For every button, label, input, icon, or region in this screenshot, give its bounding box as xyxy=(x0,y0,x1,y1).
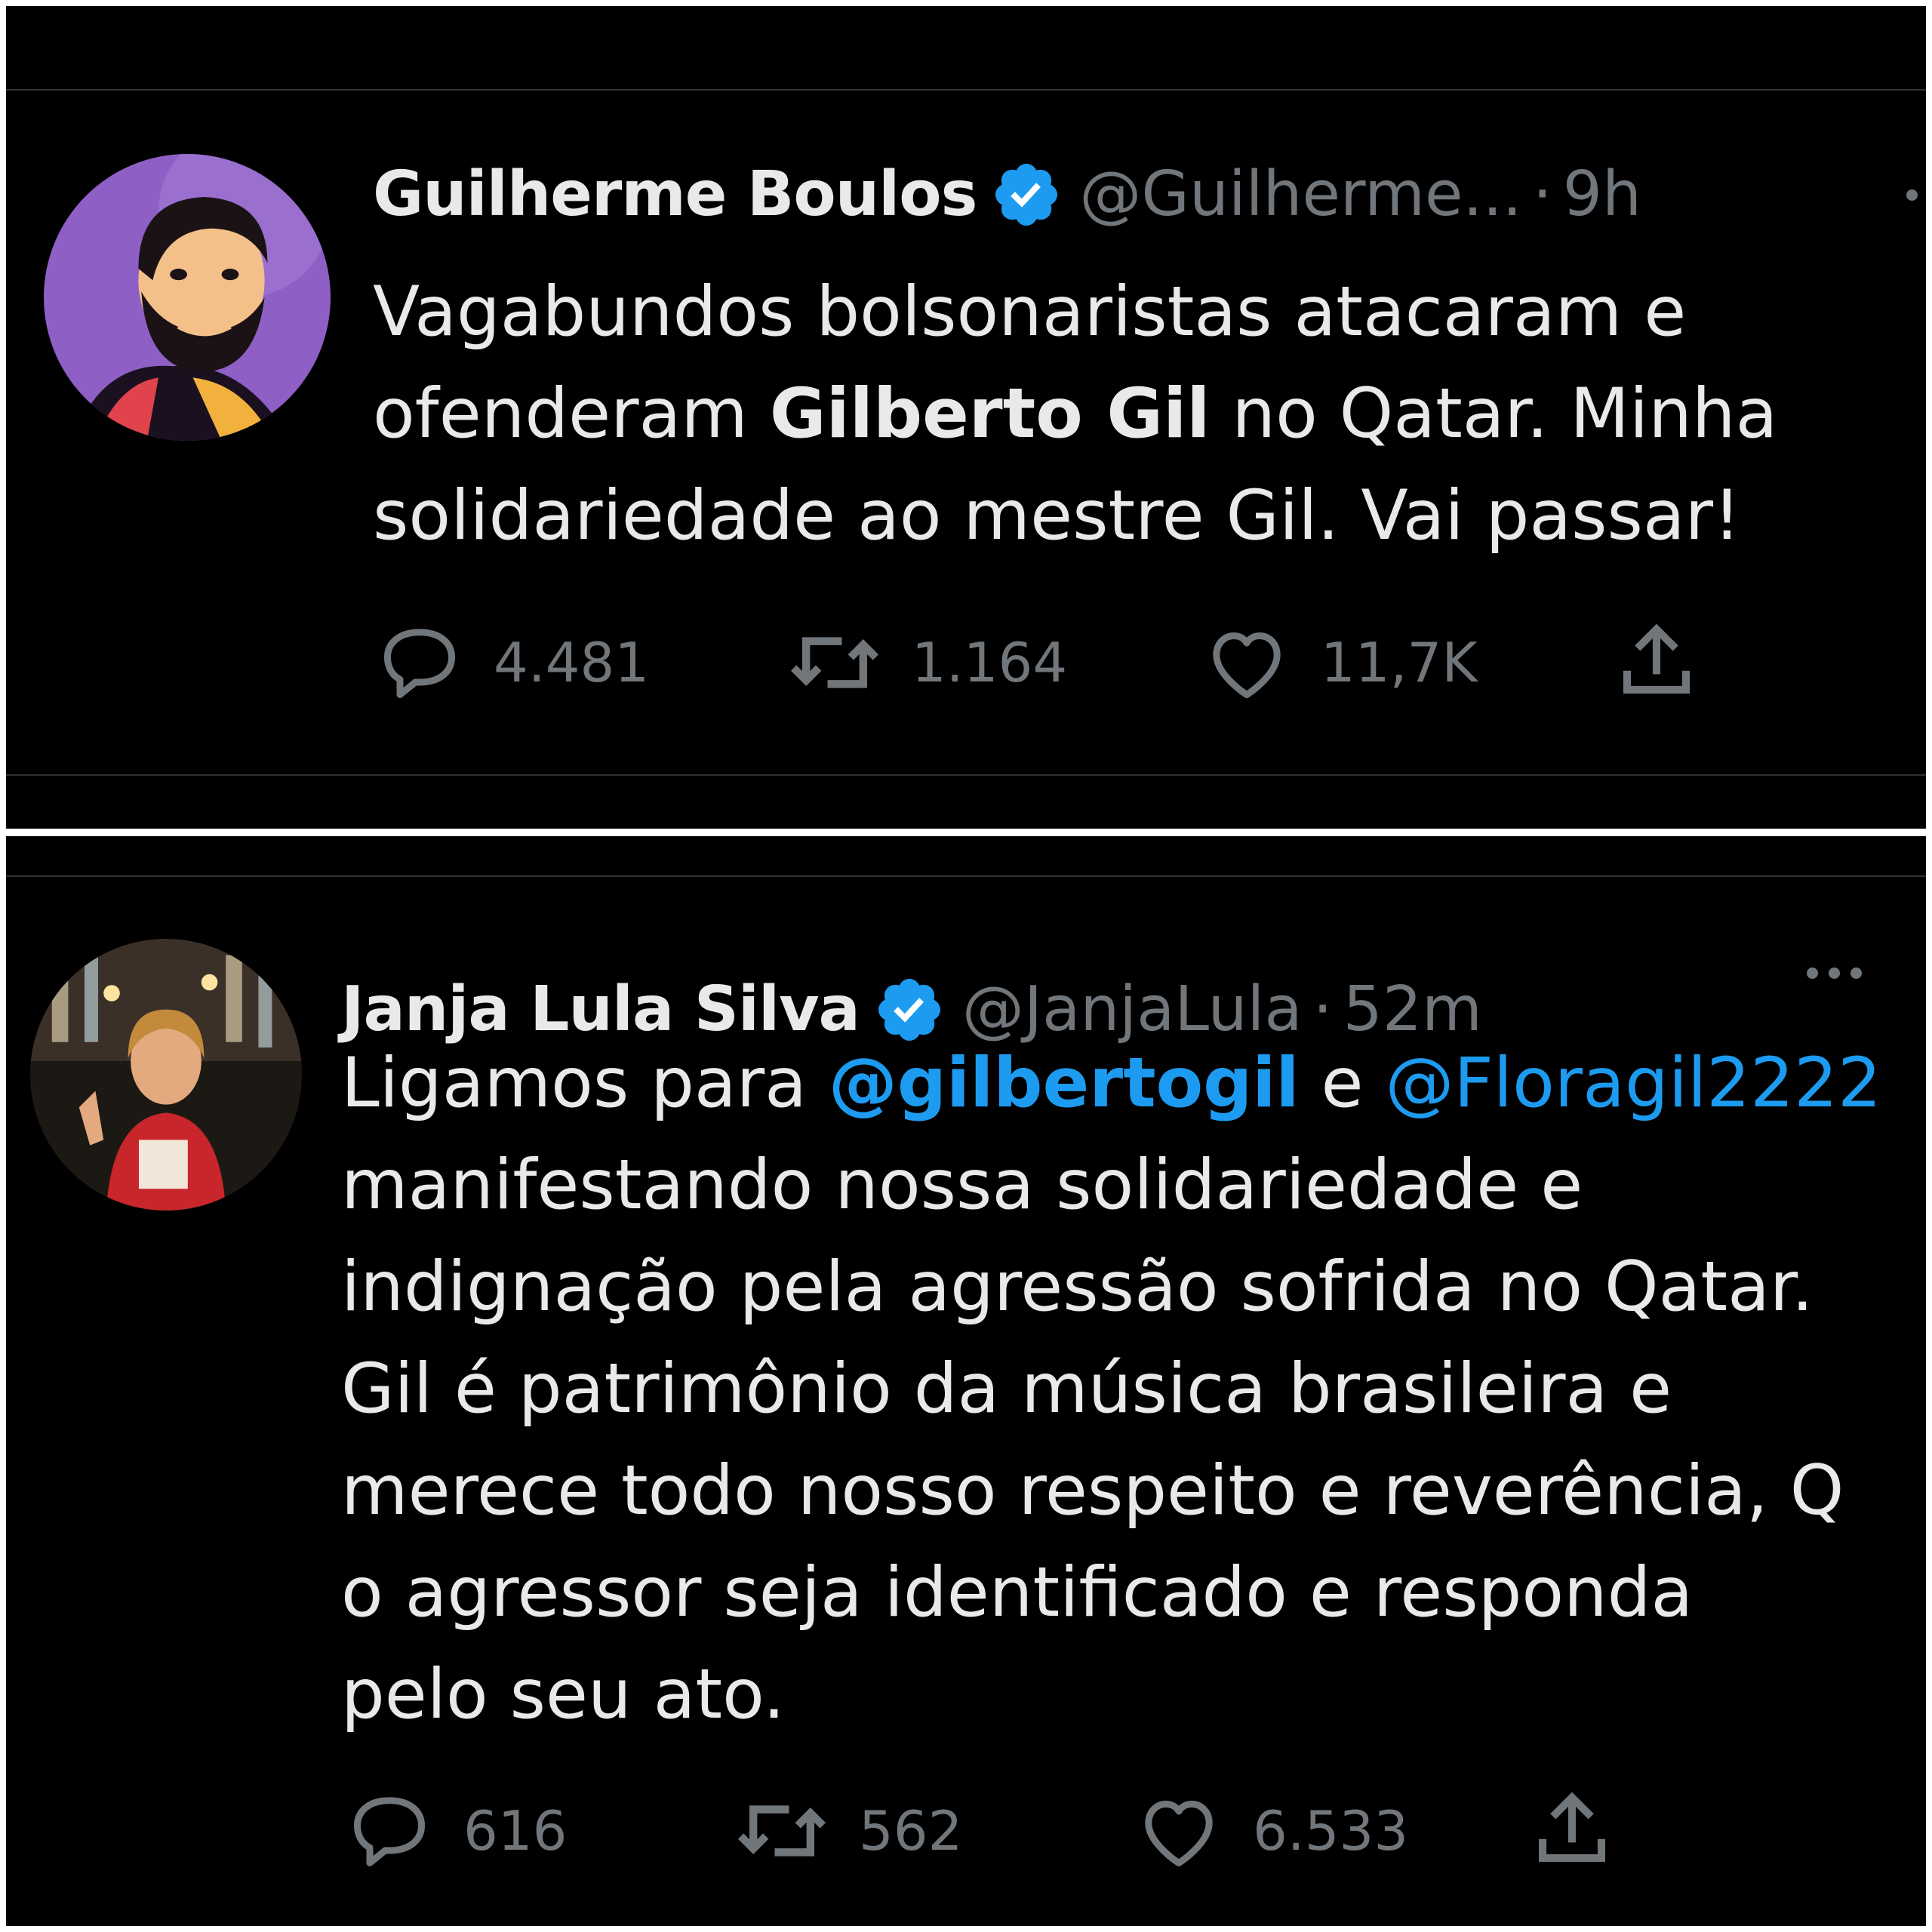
text-line: manifestando nossa solidariedade e xyxy=(341,1146,1583,1225)
timestamp[interactable]: 9h xyxy=(1563,157,1641,232)
reply-button[interactable]: 616 xyxy=(346,1792,567,1870)
like-count: 11,7K xyxy=(1321,631,1478,694)
avatar-portrait-illustration xyxy=(44,154,331,441)
mention-link[interactable]: @Floragil2222 xyxy=(1385,1044,1881,1123)
more-icon[interactable] xyxy=(1807,968,1862,979)
text-line: pelo seu ato. xyxy=(341,1655,786,1734)
text-line: ofenderam Gilberto Gil no Qatar. Minha xyxy=(373,374,1778,454)
bold-name: Gilberto Gil xyxy=(769,374,1211,454)
text-line: o agressor seja identificado e responda xyxy=(341,1553,1694,1632)
share-icon xyxy=(1539,1792,1605,1862)
text-line: merece todo nosso respeito e reverência,… xyxy=(341,1451,1844,1531)
tweet-card-janja[interactable]: Janja Lula Silva @JanjaLula · 52m Ligamo… xyxy=(6,836,1926,1926)
text-line: Gil é patrimônio da música brasileira e xyxy=(341,1349,1672,1429)
verified-badge-icon xyxy=(995,164,1058,226)
like-icon xyxy=(1213,632,1281,699)
avatar-photo xyxy=(30,939,302,1211)
retweet-count: 1.164 xyxy=(912,631,1068,694)
divider xyxy=(6,875,1926,877)
text-line: solidariedade ao mestre Gil. Vai passar! xyxy=(373,476,1741,555)
text-line: Ligamos para @gilbertogil e @Floragil222… xyxy=(341,1044,1881,1123)
tweet-text: Ligamos para @gilbertogil e @Floragil222… xyxy=(341,1032,1881,1746)
reply-count: 616 xyxy=(463,1799,568,1863)
tweet-header: Guilherme Boulos @Guilherme... · 9h xyxy=(373,157,1641,232)
text-line: indignação pela agressão sofrida no Qata… xyxy=(341,1247,1814,1327)
reply-icon xyxy=(383,629,456,699)
reply-count: 4.481 xyxy=(494,631,650,694)
text-line: Vagabundos bolsonaristas atacaram e xyxy=(373,272,1687,352)
reply-button[interactable]: 4.481 xyxy=(376,623,649,702)
like-button[interactable]: 6.533 xyxy=(1135,1792,1408,1870)
more-icon[interactable] xyxy=(1906,189,1918,201)
share-icon xyxy=(1623,623,1690,694)
tweet-text: Vagabundos bolsonaristas atacaram e ofen… xyxy=(373,261,1777,567)
retweet-icon xyxy=(790,637,879,688)
like-count: 6.533 xyxy=(1253,1799,1409,1863)
retweet-button[interactable]: 562 xyxy=(735,1792,962,1870)
divider xyxy=(6,89,1926,91)
retweet-icon xyxy=(737,1805,826,1857)
share-button[interactable] xyxy=(1531,1787,1614,1870)
like-button[interactable]: 11,7K xyxy=(1203,623,1478,702)
divider xyxy=(6,774,1926,776)
retweet-count: 562 xyxy=(859,1799,963,1863)
avatar[interactable] xyxy=(44,154,331,441)
avatar[interactable] xyxy=(30,939,302,1211)
tweet-card-boulos[interactable]: Guilherme Boulos @Guilherme... · 9h Vaga… xyxy=(6,6,1926,829)
share-button[interactable] xyxy=(1615,619,1698,702)
separator: · xyxy=(1532,158,1552,230)
retweet-button[interactable]: 1.164 xyxy=(788,623,1067,702)
author-handle[interactable]: @Guilherme... xyxy=(1079,157,1521,232)
like-icon xyxy=(1145,1801,1213,1867)
author-name[interactable]: Guilherme Boulos xyxy=(373,157,977,232)
mention-link[interactable]: @gilbertogil xyxy=(829,1044,1300,1123)
reply-icon xyxy=(353,1797,426,1867)
